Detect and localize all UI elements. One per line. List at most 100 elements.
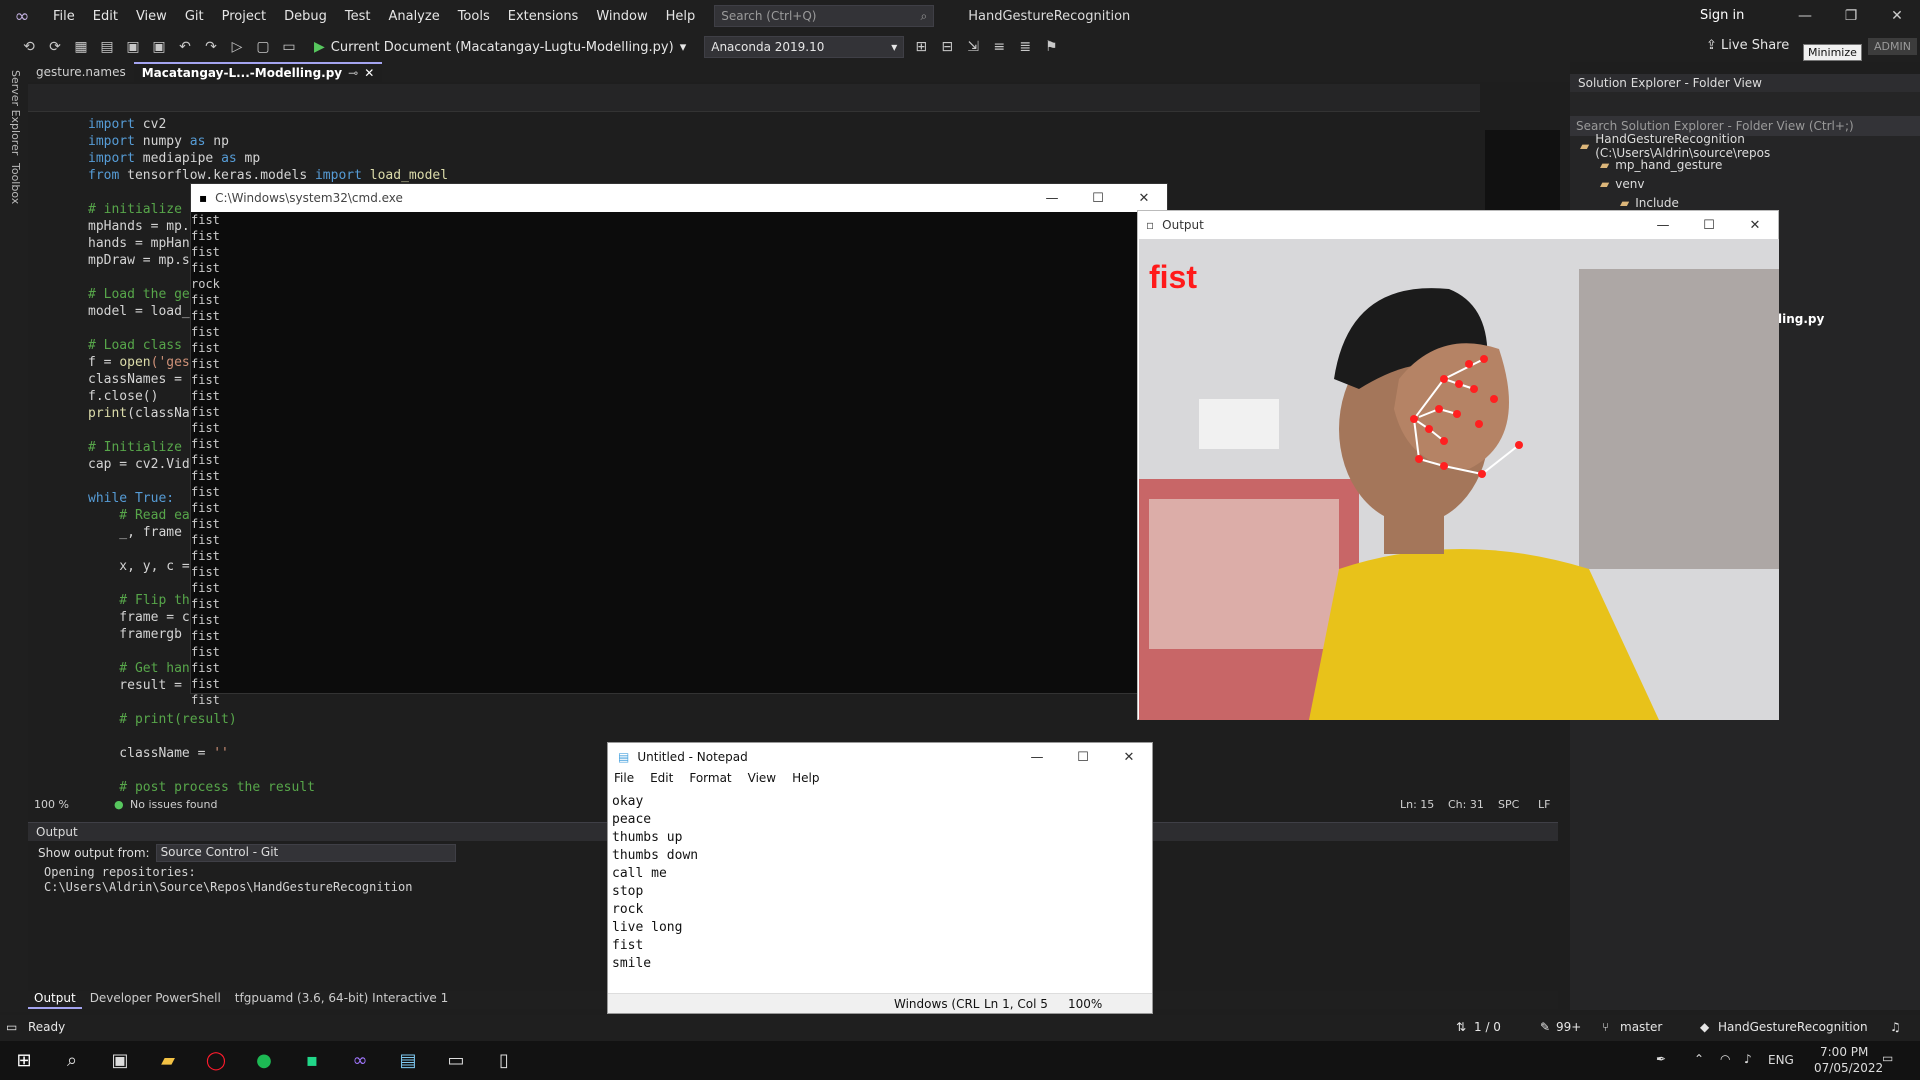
- save-all-icon[interactable]: ▣: [150, 38, 168, 56]
- close-icon[interactable]: ✕: [1121, 191, 1167, 206]
- bell-icon[interactable]: ♫: [1890, 1020, 1901, 1034]
- undo-icon[interactable]: ↶: [176, 38, 194, 56]
- zoom-level[interactable]: 100 %: [34, 798, 69, 811]
- layout-icon[interactable]: ⊟: [938, 38, 956, 56]
- tab-developer-powershell[interactable]: Developer PowerShell: [84, 991, 227, 1009]
- cmd-output-line: fist: [191, 517, 220, 531]
- issues-status[interactable]: No issues found: [130, 798, 217, 811]
- live-share-button[interactable]: ⇪ Live Share: [1706, 38, 1789, 53]
- menu-extensions[interactable]: Extensions: [499, 9, 588, 24]
- cmd-output-line: fist: [191, 677, 220, 691]
- notepad-menu-format[interactable]: Format: [689, 771, 731, 789]
- tab-interactive[interactable]: tfgpuamd (3.6, 64-bit) Interactive 1: [229, 991, 454, 1009]
- menu-window[interactable]: Window: [587, 9, 656, 24]
- changes-count[interactable]: 99+: [1556, 1020, 1581, 1034]
- menu-debug[interactable]: Debug: [275, 9, 336, 24]
- step-icon[interactable]: ⇲: [964, 38, 982, 56]
- tab-output[interactable]: Output: [28, 991, 82, 1009]
- maximize-icon[interactable]: ☐: [1686, 218, 1732, 233]
- menu-git[interactable]: Git: [176, 9, 213, 24]
- close-icon[interactable]: ✕: [1874, 0, 1920, 32]
- menu-help[interactable]: Help: [657, 9, 705, 24]
- notepad-menu-help[interactable]: Help: [792, 771, 819, 789]
- back-icon[interactable]: ⟲: [20, 38, 38, 56]
- minimize-icon[interactable]: —: [1029, 191, 1075, 206]
- format-icon[interactable]: ≡: [990, 38, 1008, 56]
- file-explorer-icon[interactable]: ▰: [144, 1041, 192, 1080]
- cmd-output-line: fist: [191, 373, 220, 387]
- menu-project[interactable]: Project: [213, 9, 275, 24]
- maximize-icon[interactable]: ☐: [1060, 750, 1106, 765]
- search-icon[interactable]: ⌕: [48, 1041, 96, 1080]
- menu-edit[interactable]: Edit: [84, 9, 127, 24]
- attach-icon[interactable]: ▢: [254, 38, 272, 56]
- minimize-icon[interactable]: —: [1640, 218, 1686, 233]
- menu-file[interactable]: File: [44, 9, 84, 24]
- opera-icon[interactable]: ◯: [192, 1041, 240, 1080]
- menu-test[interactable]: Test: [336, 9, 380, 24]
- menu-analyze[interactable]: Analyze: [379, 9, 448, 24]
- terminal-icon[interactable]: ▭: [432, 1041, 480, 1080]
- code-minimap[interactable]: [1485, 130, 1560, 210]
- run-button[interactable]: ▶ Current Document (Macatangay-Lugtu-Mod…: [314, 39, 686, 55]
- minimize-icon[interactable]: —: [1014, 750, 1060, 765]
- open-icon[interactable]: ▤: [98, 38, 116, 56]
- tree-item-root[interactable]: ▰ HandGestureRecognition (C:\Users\Aldri…: [1570, 132, 1920, 160]
- code-token: import: [88, 151, 135, 166]
- pin-icon[interactable]: ⊸: [348, 66, 358, 80]
- bookmark-icon[interactable]: ⚑: [1042, 38, 1060, 56]
- navigation-bar[interactable]: [28, 84, 1480, 112]
- volume-icon[interactable]: ♪: [1744, 1052, 1752, 1066]
- wifi-icon[interactable]: ◠: [1720, 1052, 1730, 1066]
- document-icon[interactable]: ▯: [480, 1041, 528, 1080]
- clock-time[interactable]: 7:00 PM: [1820, 1045, 1868, 1059]
- chevron-up-icon[interactable]: ⌃: [1694, 1052, 1704, 1066]
- close-tab-icon[interactable]: ✕: [364, 66, 374, 80]
- maximize-icon[interactable]: ☐: [1075, 191, 1121, 206]
- notepad-menu-edit[interactable]: Edit: [650, 771, 673, 789]
- browser-icon[interactable]: ▭: [280, 38, 298, 56]
- notepad-menu-view[interactable]: View: [748, 771, 776, 789]
- tab-modelling-py[interactable]: Macatangay-L...-Modelling.py ⊸ ✕: [133, 62, 383, 82]
- start-without-debug-icon[interactable]: ▷: [228, 38, 246, 56]
- line-ending[interactable]: LF: [1538, 798, 1550, 811]
- pen-icon[interactable]: ✒: [1656, 1052, 1666, 1066]
- notepad-text-area[interactable]: okay peace thumbs up thumbs down call me stop…: [612, 793, 698, 973]
- restore-icon[interactable]: ❐: [1828, 0, 1874, 32]
- close-icon[interactable]: ✕: [1732, 218, 1778, 233]
- cmd-output[interactable]: fist fist fist fist rock fist fist fist fist fist…: [191, 212, 1167, 708]
- toolbox-tab[interactable]: Toolbox: [9, 163, 22, 204]
- whitespace-mode[interactable]: SPC: [1498, 798, 1519, 811]
- forward-icon[interactable]: ⟳: [46, 38, 64, 56]
- new-project-icon[interactable]: ▦: [72, 38, 90, 56]
- action-center-icon[interactable]: ▭: [1882, 1051, 1893, 1065]
- package-icon[interactable]: ⊞: [912, 38, 930, 56]
- visual-studio-icon[interactable]: ∞: [336, 1041, 384, 1080]
- save-icon[interactable]: ▣: [124, 38, 142, 56]
- environment-select[interactable]: Anaconda 2019.10 ▾: [704, 36, 905, 58]
- windows-start-icon[interactable]: ⊞: [0, 1041, 48, 1080]
- pycharm-icon[interactable]: ▪: [288, 1041, 336, 1080]
- repo-name[interactable]: HandGestureRecognition: [1718, 1020, 1868, 1034]
- spotify-icon[interactable]: ●: [240, 1041, 288, 1080]
- sync-status[interactable]: 1 / 0: [1474, 1020, 1501, 1034]
- branch-name[interactable]: master: [1620, 1020, 1662, 1034]
- server-explorer-tab[interactable]: Server Explorer: [9, 70, 22, 155]
- task-view-icon[interactable]: ▣: [96, 1041, 144, 1080]
- minimize-icon[interactable]: —: [1782, 0, 1828, 32]
- notepad-menu-file[interactable]: File: [614, 771, 634, 789]
- menu-view[interactable]: View: [127, 9, 176, 24]
- tab-gesture-names[interactable]: gesture.names: [28, 62, 134, 82]
- language-indicator[interactable]: ENG: [1768, 1053, 1794, 1067]
- close-icon[interactable]: ✕: [1106, 750, 1152, 765]
- notepad-icon[interactable]: ▤: [384, 1041, 432, 1080]
- sign-in-link[interactable]: Sign in: [1700, 8, 1744, 23]
- comment-icon[interactable]: ≣: [1016, 38, 1034, 56]
- search-input[interactable]: Search (Ctrl+Q) ⌕: [714, 5, 935, 27]
- clock-date[interactable]: 07/05/2022: [1814, 1061, 1883, 1075]
- tree-item-venv[interactable]: ▰ venv: [1570, 174, 1920, 193]
- redo-icon[interactable]: ↷: [202, 38, 220, 56]
- tree-item-partial-file[interactable]: ling.py: [1778, 312, 1824, 326]
- output-source-select[interactable]: Source Control - Git: [155, 844, 456, 862]
- menu-tools[interactable]: Tools: [449, 9, 499, 24]
